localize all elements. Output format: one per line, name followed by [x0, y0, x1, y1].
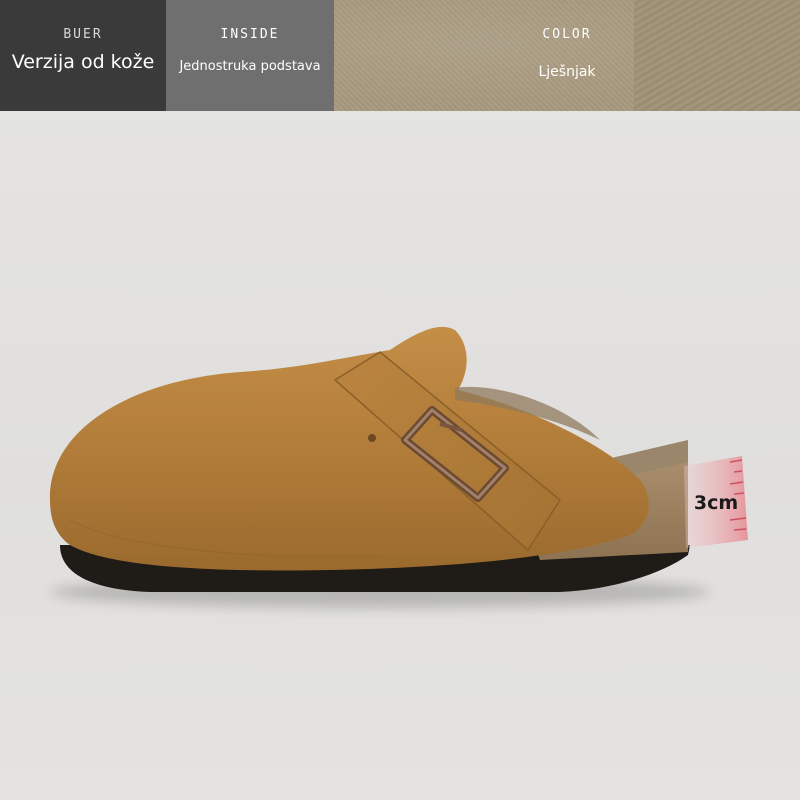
heel-height-label: 3cm [694, 492, 738, 514]
clog-illustration: 3cm [49, 326, 748, 608]
color-label: COLOR [542, 27, 592, 42]
suede-upper [49, 326, 649, 571]
color-value: Lješnjak [538, 64, 596, 80]
color-swatch [634, 0, 800, 111]
inside-panel: INSIDE Jednostruka podstava [166, 0, 334, 111]
brand-value: Verzija od kože [11, 51, 155, 73]
product-image-canvas: BUER Verzija od kože INSIDE Jednostruka … [0, 0, 800, 800]
inside-label: INSIDE [220, 27, 280, 42]
product-scene: 3cm [0, 111, 800, 800]
strap-hole [368, 434, 376, 442]
brand-label: BUER [63, 27, 103, 42]
spec-bar: BUER Verzija od kože INSIDE Jednostruka … [0, 0, 800, 111]
brand-panel: BUER Verzija od kože [0, 0, 166, 111]
color-panel: COLOR Lješnjak [334, 0, 800, 111]
inside-value: Jednostruka podstava [179, 59, 321, 74]
